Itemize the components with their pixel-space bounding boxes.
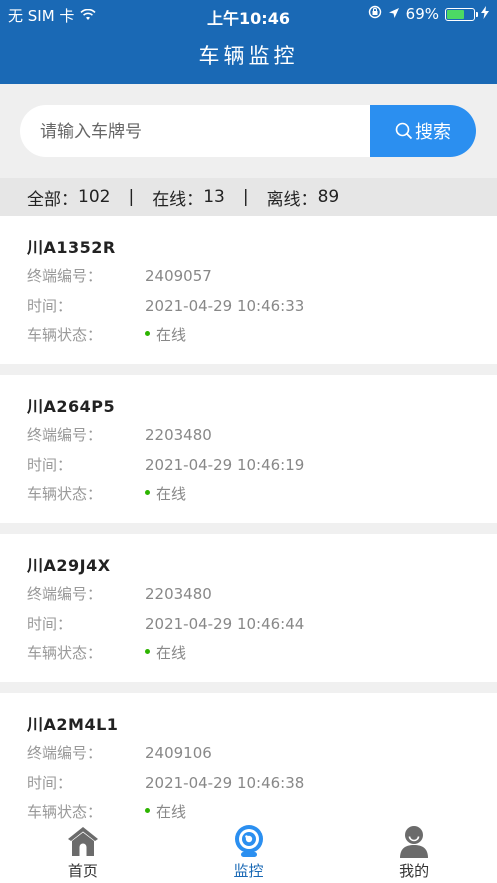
total-label: 全部： — [27, 189, 78, 210]
tab-monitor[interactable]: 监控 — [166, 822, 332, 883]
status-value: 在线 — [156, 485, 187, 503]
status-bar: 无 SIM 卡 上午10:46 69% — [0, 0, 497, 28]
time-value: 2021-04-29 10:46:33 — [145, 297, 305, 315]
vehicle-card[interactable]: 川A1352R 终端编号： 2409057 时间： 2021-04-29 10:46… — [0, 216, 497, 364]
status-value: 在线 — [156, 803, 187, 821]
search-button-label: 搜索 — [415, 122, 451, 143]
time-label: 时间： — [27, 297, 73, 315]
search-bar: 搜索 — [0, 84, 497, 178]
terminal-id-label: 终端编号： — [27, 744, 103, 762]
offline-label: 离线： — [266, 189, 318, 210]
rotation-lock-icon — [368, 5, 382, 23]
summary-separator: | — [242, 187, 249, 207]
terminal-id-label: 终端编号： — [27, 426, 103, 444]
user-icon — [400, 826, 429, 858]
tab-profile[interactable]: 我的 — [331, 822, 497, 883]
search-icon — [395, 122, 413, 140]
online-status-dot — [145, 490, 150, 495]
terminal-id-value: 2409057 — [145, 267, 212, 285]
charging-icon — [481, 5, 489, 23]
location-icon — [388, 5, 400, 23]
plate-search-input[interactable] — [38, 105, 372, 157]
terminal-id-label: 终端编号： — [27, 585, 103, 603]
status-label: 车辆状态： — [27, 803, 103, 821]
online-status-dot — [145, 808, 150, 813]
terminal-id-value: 2203480 — [145, 585, 212, 603]
offline-count: 89 — [317, 187, 340, 207]
online-status-dot — [145, 649, 150, 654]
time-value: 2021-04-29 10:46:44 — [145, 615, 305, 633]
tab-monitor-label: 监控 — [233, 862, 264, 880]
vehicle-card[interactable]: 川A2M4L1 终端编号： 2409106 时间： 2021-04-29 10:46… — [0, 693, 497, 822]
time-value: 2021-04-29 10:46:19 — [145, 456, 305, 474]
search-box: 搜索 — [20, 105, 476, 157]
time-label: 时间： — [27, 456, 73, 474]
status-label: 车辆状态： — [27, 485, 103, 503]
online-count: 13 — [203, 187, 225, 207]
time-value: 2021-04-29 10:46:38 — [145, 774, 305, 792]
total-count: 102 — [78, 187, 111, 207]
status-value: 在线 — [156, 644, 187, 662]
plate-number: 川A2M4L1 — [27, 715, 119, 734]
vehicle-summary: 全部： 102 | 在线： 13 | 离线： 89 — [0, 178, 497, 216]
battery-icon — [445, 7, 478, 21]
terminal-id-value: 2203480 — [145, 426, 212, 444]
header: 无 SIM 卡 上午10:46 69% 车辆监控 — [0, 0, 497, 84]
tab-home[interactable]: 首页 — [0, 822, 166, 883]
time-label: 时间： — [27, 615, 73, 633]
time-label: 时间： — [27, 774, 73, 792]
terminal-id-label: 终端编号： — [27, 267, 103, 285]
status-value: 在线 — [156, 326, 187, 344]
camera-icon — [234, 825, 263, 857]
online-status-dot — [145, 331, 150, 336]
vehicle-list[interactable]: 川A1352R 终端编号： 2409057 时间： 2021-04-29 10:46… — [0, 216, 497, 822]
summary-separator: | — [128, 187, 135, 207]
tab-profile-label: 我的 — [399, 862, 430, 880]
terminal-id-value: 2409106 — [145, 744, 212, 762]
online-label: 在线： — [152, 189, 204, 210]
status-label: 车辆状态： — [27, 644, 103, 662]
tab-bar: 首页 监控 我的 — [0, 822, 497, 883]
plate-number: 川A1352R — [27, 238, 116, 257]
page-title: 车辆监控 — [198, 44, 299, 68]
vehicle-card[interactable]: 川A264P5 终端编号： 2203480 时间： 2021-04-29 10:46… — [0, 375, 497, 523]
vehicle-card[interactable]: 川A29J4X 终端编号： 2203480 时间： 2021-04-29 10:46… — [0, 534, 497, 682]
home-icon — [67, 827, 98, 856]
plate-number: 川A264P5 — [27, 397, 116, 416]
status-label: 车辆状态： — [27, 326, 103, 344]
search-button[interactable]: 搜索 — [370, 105, 476, 157]
battery-percent: 69% — [405, 5, 439, 23]
tab-home-label: 首页 — [67, 862, 98, 880]
plate-number: 川A29J4X — [27, 556, 111, 575]
